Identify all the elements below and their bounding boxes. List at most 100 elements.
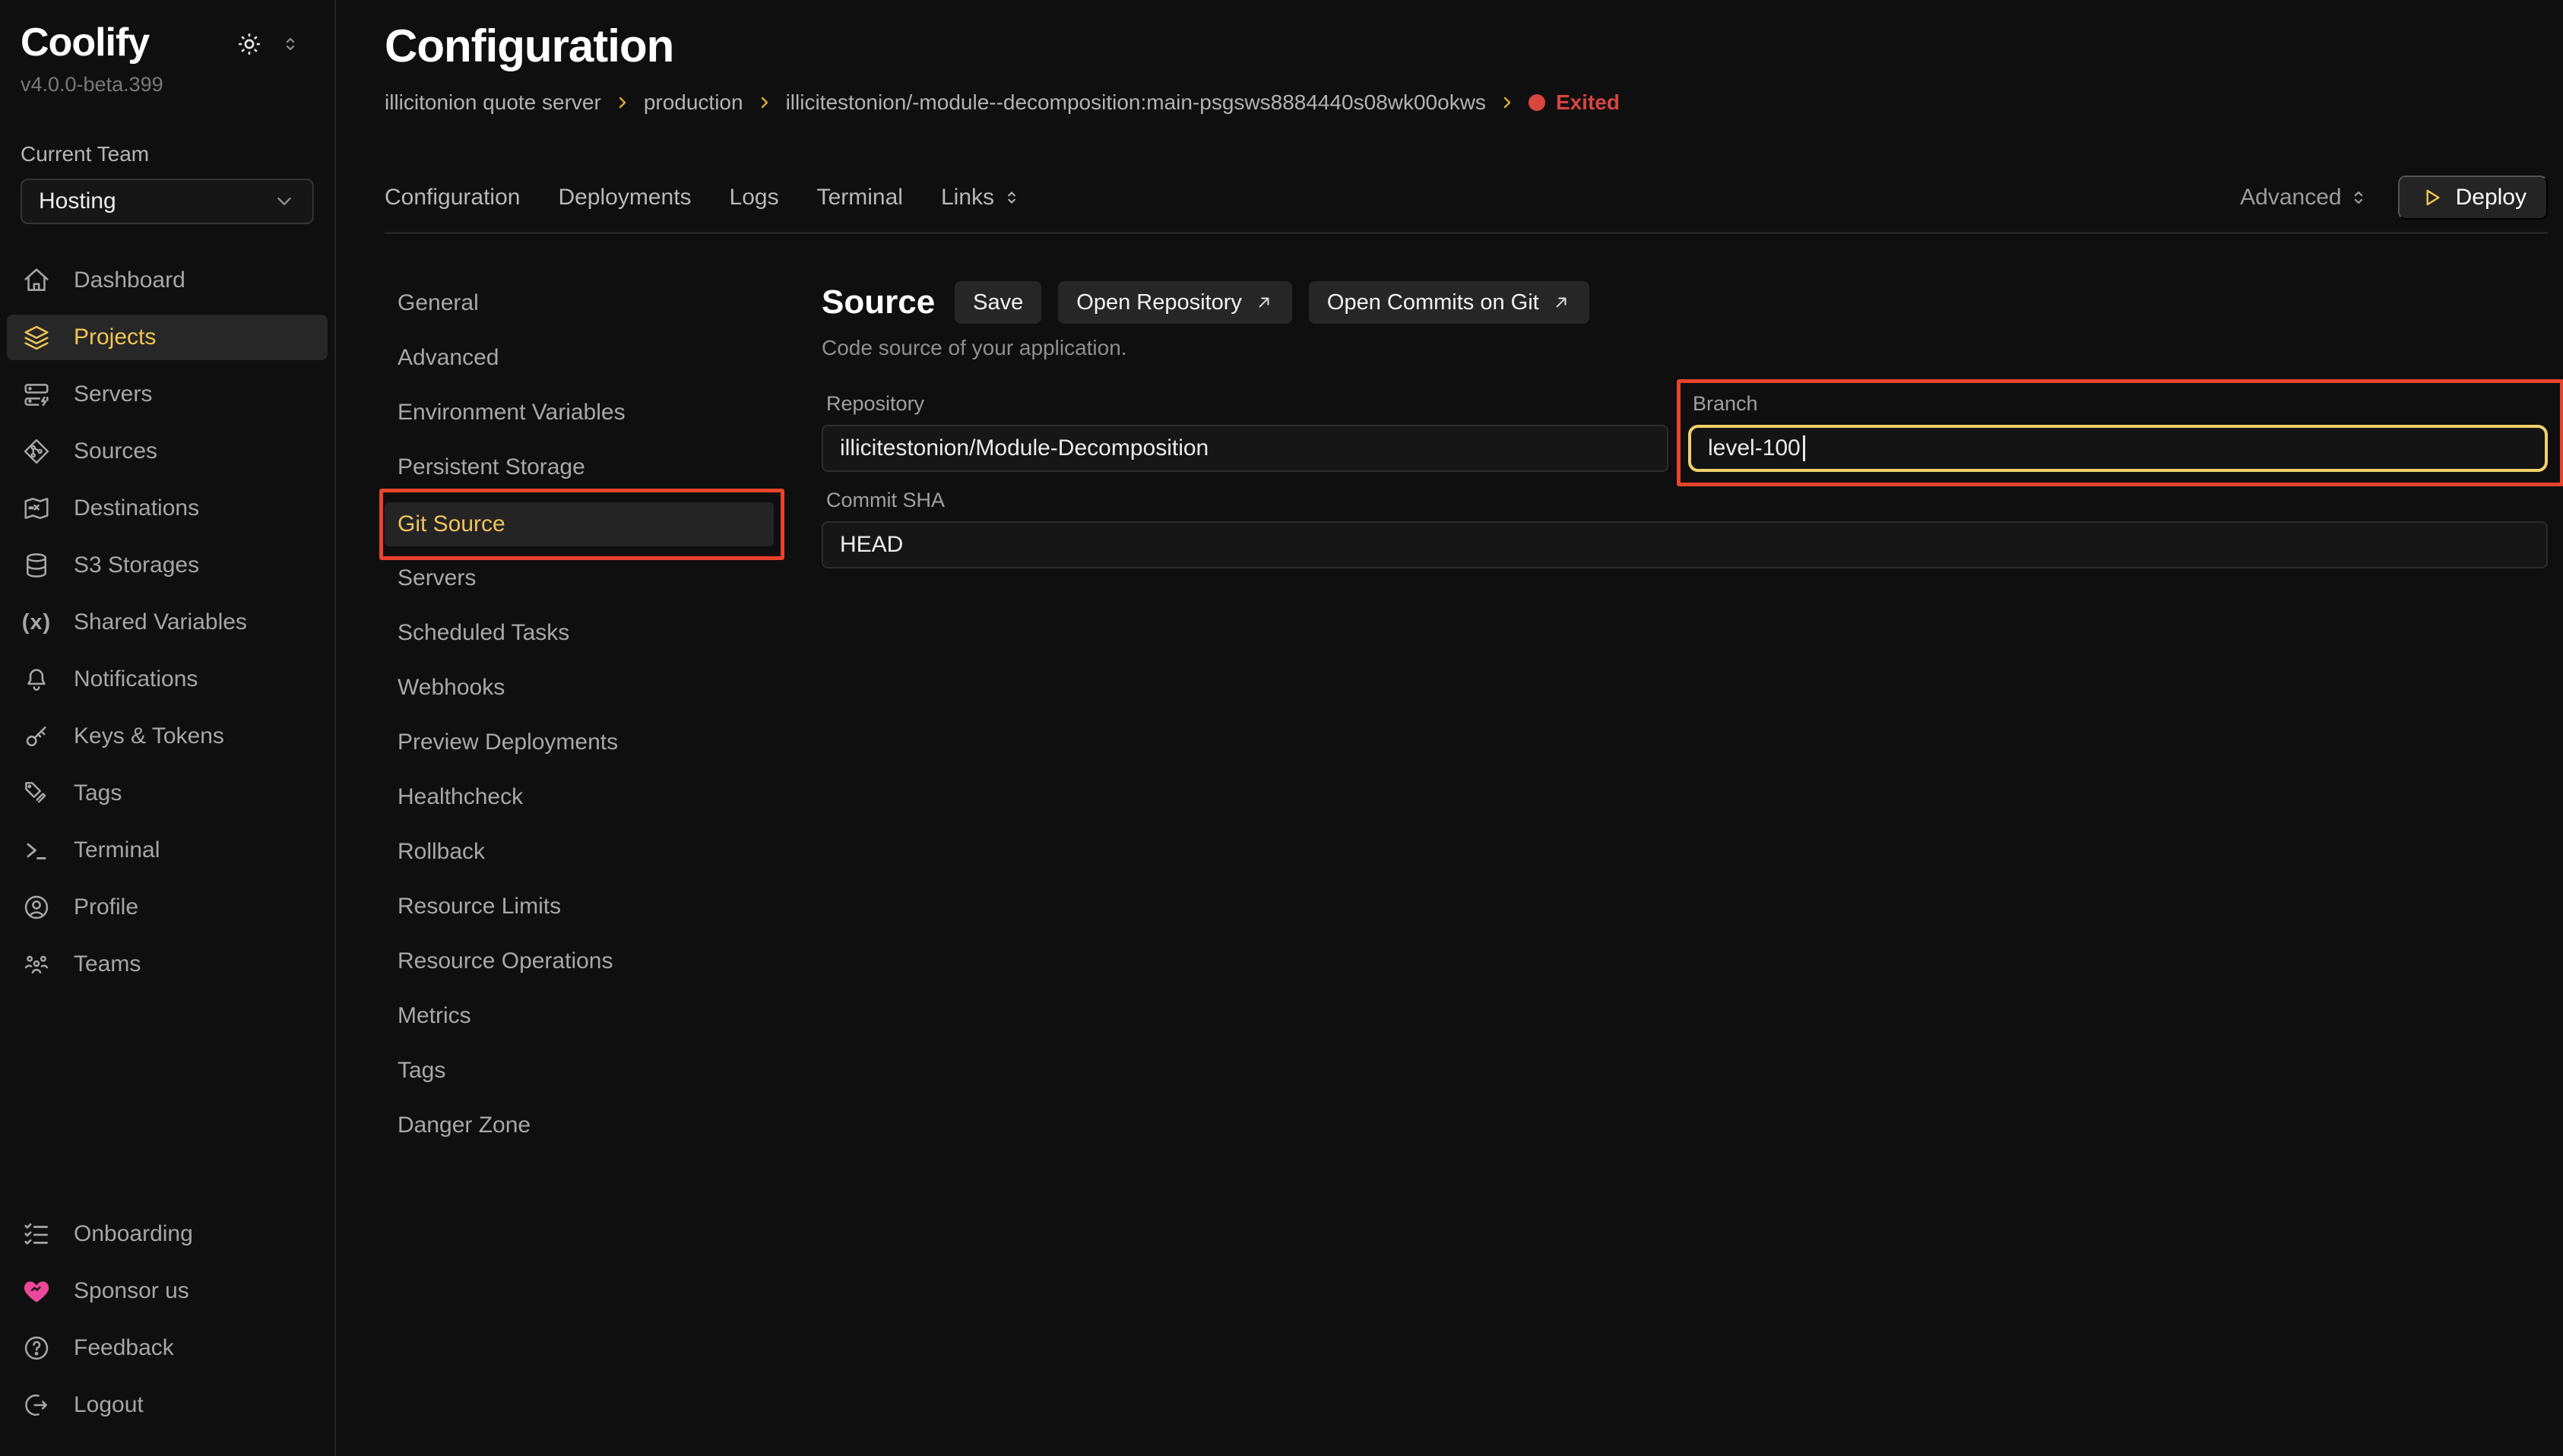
tab-links-label: Links	[941, 185, 994, 210]
breadcrumb-application[interactable]: illicitestonion/-module--decomposition:m…	[786, 90, 1486, 115]
source-section-subtitle: Code source of your application.	[822, 336, 2548, 360]
tab-configuration[interactable]: Configuration	[385, 185, 520, 210]
advanced-dropdown[interactable]: Advanced	[2240, 185, 2368, 210]
config-nav-resource-operations[interactable]: Resource Operations	[385, 939, 774, 983]
repository-input[interactable]: illicitestonion/Module-Decomposition	[822, 425, 1668, 472]
sidebar-item-label: Terminal	[74, 837, 160, 863]
sidebar-item-shared-variables[interactable]: (x) Shared Variables	[7, 600, 328, 645]
database-icon	[21, 551, 52, 580]
branch-input[interactable]: level-100	[1688, 425, 2548, 472]
sidebar-item-projects[interactable]: Projects	[7, 315, 328, 360]
sidebar-item-teams[interactable]: Teams	[7, 942, 328, 987]
config-nav-metrics[interactable]: Metrics	[385, 994, 774, 1038]
open-commits-label: Open Commits on Git	[1327, 290, 1539, 315]
sidebar: Coolify v4.0.0-beta.399 Current Team Hos…	[0, 0, 336, 1456]
sidebar-item-notifications[interactable]: Notifications	[7, 657, 328, 702]
sidebar-item-label: Sources	[74, 438, 157, 464]
external-link-icon	[1254, 293, 1274, 312]
sidebar-item-label: Profile	[74, 894, 138, 920]
map-icon	[21, 494, 52, 523]
selector-icon	[2348, 187, 2369, 208]
sidebar-item-logout[interactable]: Logout	[7, 1382, 328, 1428]
sidebar-item-tags[interactable]: Tags	[7, 771, 328, 816]
users-group-icon	[21, 950, 52, 979]
config-nav-tags[interactable]: Tags	[385, 1049, 774, 1093]
deploy-button-label: Deploy	[2456, 185, 2527, 210]
commit-sha-field-group: Commit SHA HEAD	[822, 489, 2548, 568]
sidebar-item-onboarding[interactable]: Onboarding	[7, 1211, 328, 1257]
save-button[interactable]: Save	[955, 281, 1041, 324]
theme-selector-icon[interactable]	[280, 33, 301, 55]
config-nav-rollback[interactable]: Rollback	[385, 830, 774, 874]
sidebar-item-terminal[interactable]: Terminal	[7, 828, 328, 873]
tabs: Configuration Deployments Logs Terminal …	[385, 185, 1022, 210]
sidebar-item-label: Notifications	[74, 666, 198, 692]
tab-links[interactable]: Links	[941, 185, 1022, 210]
tab-deployments[interactable]: Deployments	[558, 185, 691, 210]
sidebar-item-keys-tokens[interactable]: Keys & Tokens	[7, 714, 328, 759]
sidebar-nav: Dashboard Projects Servers Sources	[0, 258, 334, 999]
team-select[interactable]: Hosting	[21, 179, 314, 224]
config-nav-persistent-storage[interactable]: Persistent Storage	[385, 445, 774, 489]
tabs-row: Configuration Deployments Logs Terminal …	[385, 176, 2548, 220]
sidebar-item-label: Logout	[74, 1392, 144, 1418]
sidebar-item-label: Destinations	[74, 495, 199, 521]
config-nav-git-source[interactable]: Git Source	[385, 502, 774, 546]
config-nav-scheduled-tasks[interactable]: Scheduled Tasks	[385, 611, 774, 655]
sidebar-item-destinations[interactable]: Destinations	[7, 486, 328, 531]
chevron-right-icon	[613, 93, 632, 112]
terminal-prompt-icon	[21, 836, 52, 865]
sidebar-item-label: Sponsor us	[74, 1278, 189, 1304]
open-repository-label: Open Repository	[1076, 290, 1242, 315]
status-label: Exited	[1556, 90, 1620, 115]
chevron-down-icon	[273, 190, 296, 213]
repository-label: Repository	[826, 392, 1668, 416]
sidebar-item-label: Teams	[74, 951, 141, 977]
tab-terminal[interactable]: Terminal	[817, 185, 903, 210]
tags-icon	[21, 779, 52, 808]
open-repository-button[interactable]: Open Repository	[1058, 281, 1292, 324]
app-logo: Coolify	[21, 23, 149, 62]
theme-sun-icon[interactable]	[236, 30, 263, 58]
main-content: Configuration illicitonion quote server …	[336, 0, 2563, 1456]
parentheses-x-icon: (x)	[21, 610, 52, 635]
text-cursor	[1803, 435, 1805, 461]
breadcrumb-environment[interactable]: production	[644, 90, 743, 115]
team-select-value: Hosting	[39, 188, 116, 214]
sidebar-item-profile[interactable]: Profile	[7, 885, 328, 930]
breadcrumb: illicitonion quote server production ill…	[385, 90, 2548, 115]
sidebar-item-dashboard[interactable]: Dashboard	[7, 258, 328, 303]
config-nav-resource-limits[interactable]: Resource Limits	[385, 885, 774, 929]
git-source-annotation-box: Git Source	[379, 489, 784, 560]
open-commits-button[interactable]: Open Commits on Git	[1309, 281, 1589, 324]
sidebar-item-sponsor-us[interactable]: Sponsor us	[7, 1268, 328, 1314]
config-nav-general[interactable]: General	[385, 281, 774, 325]
config-nav-webhooks[interactable]: Webhooks	[385, 666, 774, 710]
config-subnav: General Advanced Environment Variables P…	[385, 281, 774, 1456]
deploy-button[interactable]: Deploy	[2398, 176, 2548, 220]
sidebar-item-feedback[interactable]: Feedback	[7, 1325, 328, 1371]
branch-field-group: Branch level-100	[1688, 392, 2548, 472]
commit-sha-input[interactable]: HEAD	[822, 521, 2548, 568]
config-nav-advanced[interactable]: Advanced	[385, 336, 774, 380]
breadcrumb-project[interactable]: illicitonion quote server	[385, 90, 601, 115]
sidebar-item-s3-storages[interactable]: S3 Storages	[7, 543, 328, 588]
play-icon	[2419, 185, 2444, 210]
key-icon	[21, 722, 52, 751]
chevron-right-icon	[1498, 93, 1516, 112]
config-nav-environment-variables[interactable]: Environment Variables	[385, 391, 774, 435]
sidebar-item-servers[interactable]: Servers	[7, 372, 328, 417]
config-nav-servers[interactable]: Servers	[385, 556, 774, 600]
bell-icon	[21, 665, 52, 694]
config-nav-danger-zone[interactable]: Danger Zone	[385, 1103, 774, 1147]
tab-logs[interactable]: Logs	[730, 185, 779, 210]
app-version: v4.0.0-beta.399	[0, 73, 334, 97]
config-nav-preview-deployments[interactable]: Preview Deployments	[385, 720, 774, 764]
repository-field-group: Repository illicitestonion/Module-Decomp…	[822, 392, 1668, 472]
git-diamond-icon	[21, 437, 52, 466]
selector-icon	[1002, 188, 1022, 207]
config-nav-healthcheck[interactable]: Healthcheck	[385, 775, 774, 819]
help-circle-icon	[21, 1334, 52, 1363]
sidebar-item-label: Servers	[74, 381, 152, 407]
sidebar-item-sources[interactable]: Sources	[7, 429, 328, 474]
